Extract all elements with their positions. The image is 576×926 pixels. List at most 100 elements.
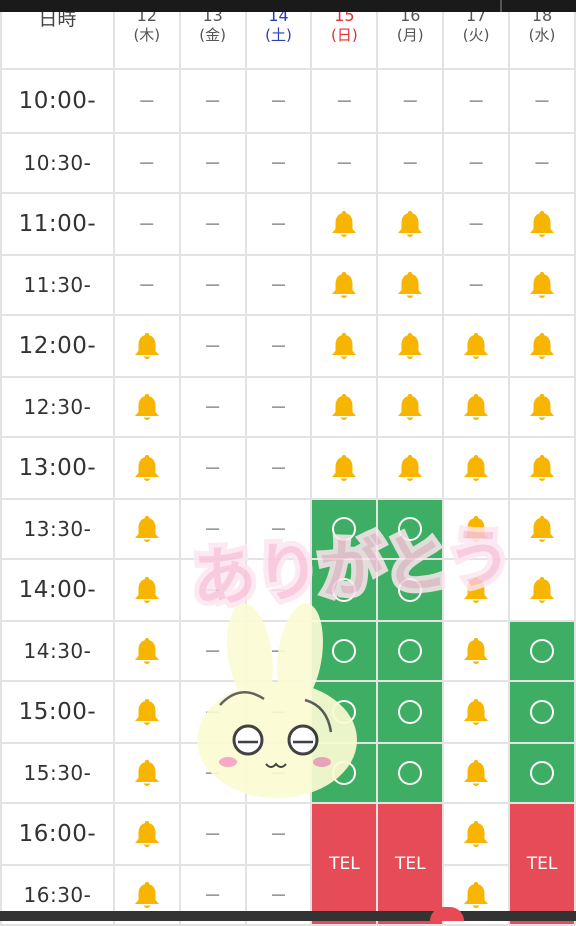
- unavailable-slot: －: [244, 314, 313, 378]
- reserved-slot[interactable]: [310, 376, 379, 438]
- unavailable-slot: －: [244, 132, 313, 194]
- day-of-week: (火): [462, 26, 490, 44]
- unavailable-slot: －: [178, 620, 247, 682]
- reserved-slot[interactable]: [508, 436, 576, 500]
- table-row: 14:30- －－: [0, 620, 576, 682]
- available-slot[interactable]: [376, 742, 445, 804]
- table-row: 11:30- －－－－: [0, 254, 576, 316]
- reserved-slot[interactable]: [112, 436, 181, 500]
- available-slot[interactable]: [508, 620, 576, 682]
- reserved-slot[interactable]: [112, 742, 181, 804]
- reserved-slot[interactable]: [112, 558, 181, 622]
- available-slot[interactable]: [310, 558, 379, 622]
- day-of-week: (月): [396, 26, 424, 44]
- tel-slot[interactable]: TEL: [376, 802, 445, 926]
- available-slot[interactable]: [310, 620, 379, 682]
- bell-icon: [134, 882, 159, 908]
- reserved-slot[interactable]: [442, 436, 511, 500]
- bell-icon: [464, 638, 489, 664]
- table-row: 15:00- －－: [0, 680, 576, 744]
- unavailable-slot: －: [442, 192, 511, 256]
- reserved-slot[interactable]: [442, 680, 511, 744]
- reserved-slot[interactable]: [376, 192, 445, 256]
- circle-icon: [398, 517, 423, 541]
- bell-icon: [332, 272, 357, 298]
- day-of-week: (日): [331, 26, 358, 44]
- time-label: 14:30-: [0, 620, 115, 682]
- bell-icon: [464, 455, 489, 481]
- reserved-slot[interactable]: [508, 314, 576, 378]
- reserved-slot[interactable]: [310, 436, 379, 500]
- reserved-slot[interactable]: [112, 680, 181, 744]
- bell-icon: [530, 577, 555, 603]
- reserved-slot[interactable]: [508, 254, 576, 316]
- unavailable-slot: －: [178, 192, 247, 256]
- available-slot[interactable]: [376, 558, 445, 622]
- reserved-slot[interactable]: [112, 620, 181, 682]
- unavailable-slot: －: [508, 132, 576, 194]
- available-slot[interactable]: [310, 742, 379, 804]
- reserved-slot[interactable]: [442, 802, 511, 866]
- unavailable-slot: －: [244, 742, 313, 804]
- bell-icon: [134, 821, 159, 847]
- reserved-slot[interactable]: [310, 254, 379, 316]
- reserved-slot[interactable]: [442, 376, 511, 438]
- reserved-slot[interactable]: [508, 192, 576, 256]
- unavailable-slot: －: [244, 558, 313, 622]
- reserved-slot[interactable]: [112, 376, 181, 438]
- time-label: 11:30-: [0, 254, 115, 316]
- reserved-slot[interactable]: [508, 558, 576, 622]
- table-row: 15:30- －－: [0, 742, 576, 804]
- bell-icon: [464, 394, 489, 420]
- unavailable-slot: －: [244, 680, 313, 744]
- bell-icon: [134, 699, 159, 725]
- bell-icon: [464, 516, 489, 542]
- reserved-slot[interactable]: [376, 254, 445, 316]
- reserved-slot[interactable]: [112, 498, 181, 560]
- reserved-slot[interactable]: [376, 376, 445, 438]
- unavailable-slot: －: [178, 314, 247, 378]
- reserved-slot[interactable]: [376, 314, 445, 378]
- available-slot[interactable]: [376, 680, 445, 744]
- available-slot[interactable]: [310, 680, 379, 744]
- reserved-slot[interactable]: [310, 192, 379, 256]
- reserved-slot[interactable]: [376, 436, 445, 500]
- reserved-slot[interactable]: [442, 498, 511, 560]
- bell-icon: [530, 272, 555, 298]
- reserved-slot[interactable]: [310, 314, 379, 378]
- bell-icon: [398, 211, 423, 237]
- available-slot[interactable]: [310, 498, 379, 560]
- time-label: 15:30-: [0, 742, 115, 804]
- tel-slot[interactable]: TEL: [310, 802, 379, 926]
- day-of-week: (水): [528, 26, 556, 44]
- schedule-table: 日時 12 (木) 13 (金) 14 (土) 15 (日) 16 (月) 17 (火) 18 (水) 1…: [0, 0, 576, 926]
- available-slot[interactable]: [508, 742, 576, 804]
- unavailable-slot: －: [244, 376, 313, 438]
- top-bar-divider: [500, 0, 502, 12]
- bell-icon: [398, 394, 423, 420]
- reserved-slot[interactable]: [442, 314, 511, 378]
- reserved-slot[interactable]: [508, 498, 576, 560]
- reserved-slot[interactable]: [112, 314, 181, 378]
- day-of-week: (木): [133, 26, 161, 44]
- unavailable-slot: －: [178, 132, 247, 194]
- unavailable-slot: －: [442, 68, 511, 134]
- reserved-slot[interactable]: [442, 620, 511, 682]
- reserved-slot[interactable]: [442, 742, 511, 804]
- circle-icon: [332, 517, 357, 541]
- available-slot[interactable]: [376, 498, 445, 560]
- tel-slot[interactable]: TEL: [508, 802, 576, 926]
- reserved-slot[interactable]: [442, 558, 511, 622]
- schedule-body: 10:00- －－－－－－－ 10:30- －－－－－－－ 11:00- －－－－ 11:3…: [0, 68, 576, 926]
- reserved-slot[interactable]: [508, 376, 576, 438]
- time-label: 12:00-: [0, 314, 115, 378]
- available-slot[interactable]: [508, 680, 576, 744]
- available-slot[interactable]: [376, 620, 445, 682]
- bell-icon: [134, 577, 159, 603]
- day-of-week: (土): [265, 26, 292, 44]
- circle-icon: [398, 578, 423, 602]
- bell-icon: [530, 333, 555, 359]
- time-label: 14:00-: [0, 558, 115, 622]
- reserved-slot[interactable]: [112, 802, 181, 866]
- bell-icon: [464, 821, 489, 847]
